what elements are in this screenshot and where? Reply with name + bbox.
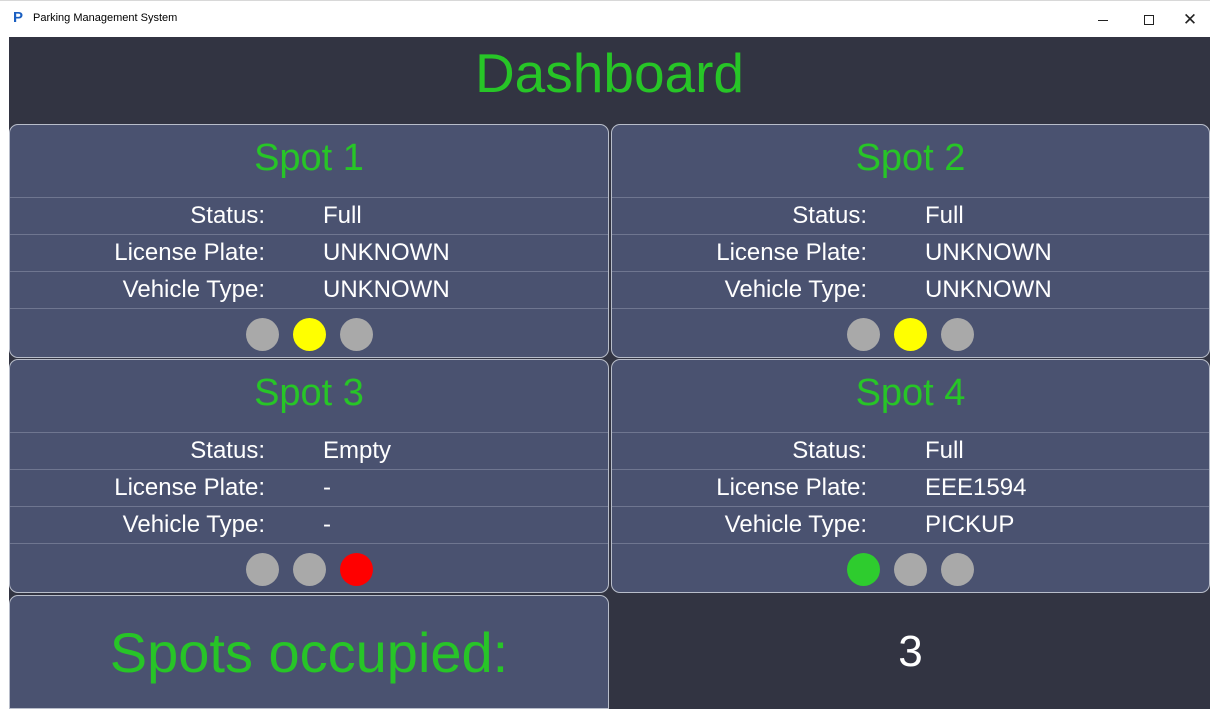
light-red-indicator xyxy=(941,317,974,351)
plate-label: License Plate: xyxy=(114,474,265,501)
vehicle-type-row: Vehicle Type: UNKNOWN xyxy=(10,271,608,308)
plate-row: License Plate: EEE1594 xyxy=(612,469,1209,506)
maximize-icon xyxy=(1144,14,1154,25)
status-value: Empty xyxy=(323,437,392,464)
light-yellow-indicator xyxy=(292,552,326,586)
window-title: Parking Management System xyxy=(33,12,178,24)
traffic-lights xyxy=(612,543,1209,592)
vehicle-type-value: UNKNOWN xyxy=(925,276,1052,303)
vehicle-type-value: PICKUP xyxy=(925,511,1015,538)
status-label: Status: xyxy=(190,202,265,229)
plate-value: UNKNOWN xyxy=(925,239,1052,266)
status-value: Full xyxy=(323,202,362,229)
light-yellow-indicator xyxy=(292,317,326,351)
light-red-indicator xyxy=(941,552,974,586)
vehicle-type-label: Vehicle Type: xyxy=(724,511,867,538)
status-label: Status: xyxy=(792,437,867,464)
spots-occupied-label: Spots occupied: xyxy=(9,595,609,709)
vehicle-type-value: UNKNOWN xyxy=(323,276,450,303)
status-label: Status: xyxy=(792,202,867,229)
light-yellow-indicator xyxy=(894,317,927,351)
status-label: Status: xyxy=(190,437,265,464)
vehicle-type-row: Vehicle Type: PICKUP xyxy=(612,506,1209,543)
plate-row: License Plate: - xyxy=(10,469,608,506)
page-title: Dashboard xyxy=(474,42,745,104)
light-yellow-indicator xyxy=(894,552,927,586)
plate-row: License Plate: UNKNOWN xyxy=(612,234,1209,271)
spot-title: Spot 1 xyxy=(254,137,364,179)
light-green-indicator xyxy=(847,317,880,351)
traffic-lights xyxy=(10,543,608,592)
plate-value: UNKNOWN xyxy=(323,239,450,266)
vehicle-type-row: Vehicle Type: - xyxy=(10,506,608,543)
status-value: Full xyxy=(925,202,964,229)
vehicle-type-row: Vehicle Type: UNKNOWN xyxy=(612,271,1209,308)
vehicle-type-label: Vehicle Type: xyxy=(122,276,265,303)
plate-label: License Plate: xyxy=(716,474,867,501)
spot-card-3: Spot 3 Status: Empty License Plate: - Ve… xyxy=(9,359,609,593)
close-icon: ✕ xyxy=(1182,10,1198,29)
spot-card-4: Spot 4 Status: Full License Plate: EEE15… xyxy=(611,359,1210,593)
spots-occupied-count: 3 xyxy=(898,627,923,676)
status-row: Status: Full xyxy=(612,197,1209,234)
light-green-indicator xyxy=(245,552,279,586)
plate-row: License Plate: UNKNOWN xyxy=(10,234,608,271)
minimize-icon xyxy=(1098,20,1108,21)
dashboard-panel: Dashboard Spot 1 Status: Full License Pl… xyxy=(9,37,1210,709)
close-button[interactable]: ✕ xyxy=(1170,1,1210,38)
title-bar: P Parking Management System ✕ xyxy=(0,0,1210,37)
status-row: Status: Full xyxy=(612,432,1209,469)
spot-title: Spot 3 xyxy=(254,372,364,414)
light-red-indicator xyxy=(339,552,373,586)
plate-label: License Plate: xyxy=(114,239,265,266)
traffic-lights xyxy=(10,308,608,357)
spot-card-2: Spot 2 Status: Full License Plate: UNKNO… xyxy=(611,124,1210,358)
light-red-indicator xyxy=(339,317,373,351)
status-row: Status: Empty xyxy=(10,432,608,469)
vehicle-type-label: Vehicle Type: xyxy=(724,276,867,303)
spot-card-1: Spot 1 Status: Full License Plate: UNKNO… xyxy=(9,124,609,358)
vehicle-type-label: Vehicle Type: xyxy=(122,511,265,538)
vehicle-type-value: - xyxy=(323,511,331,538)
spot-title: Spot 2 xyxy=(855,137,966,179)
plate-value: EEE1594 xyxy=(925,474,1027,501)
status-value: Full xyxy=(925,437,964,464)
spot-title: Spot 4 xyxy=(855,372,966,414)
maximize-button[interactable] xyxy=(1126,1,1172,38)
plate-value: - xyxy=(323,474,331,501)
app-parking-icon: P xyxy=(13,9,24,26)
traffic-lights xyxy=(612,308,1209,357)
status-row: Status: Full xyxy=(10,197,608,234)
plate-label: License Plate: xyxy=(716,239,867,266)
minimize-button[interactable] xyxy=(1080,1,1126,38)
light-green-indicator xyxy=(245,317,279,351)
light-green-indicator xyxy=(847,552,880,586)
